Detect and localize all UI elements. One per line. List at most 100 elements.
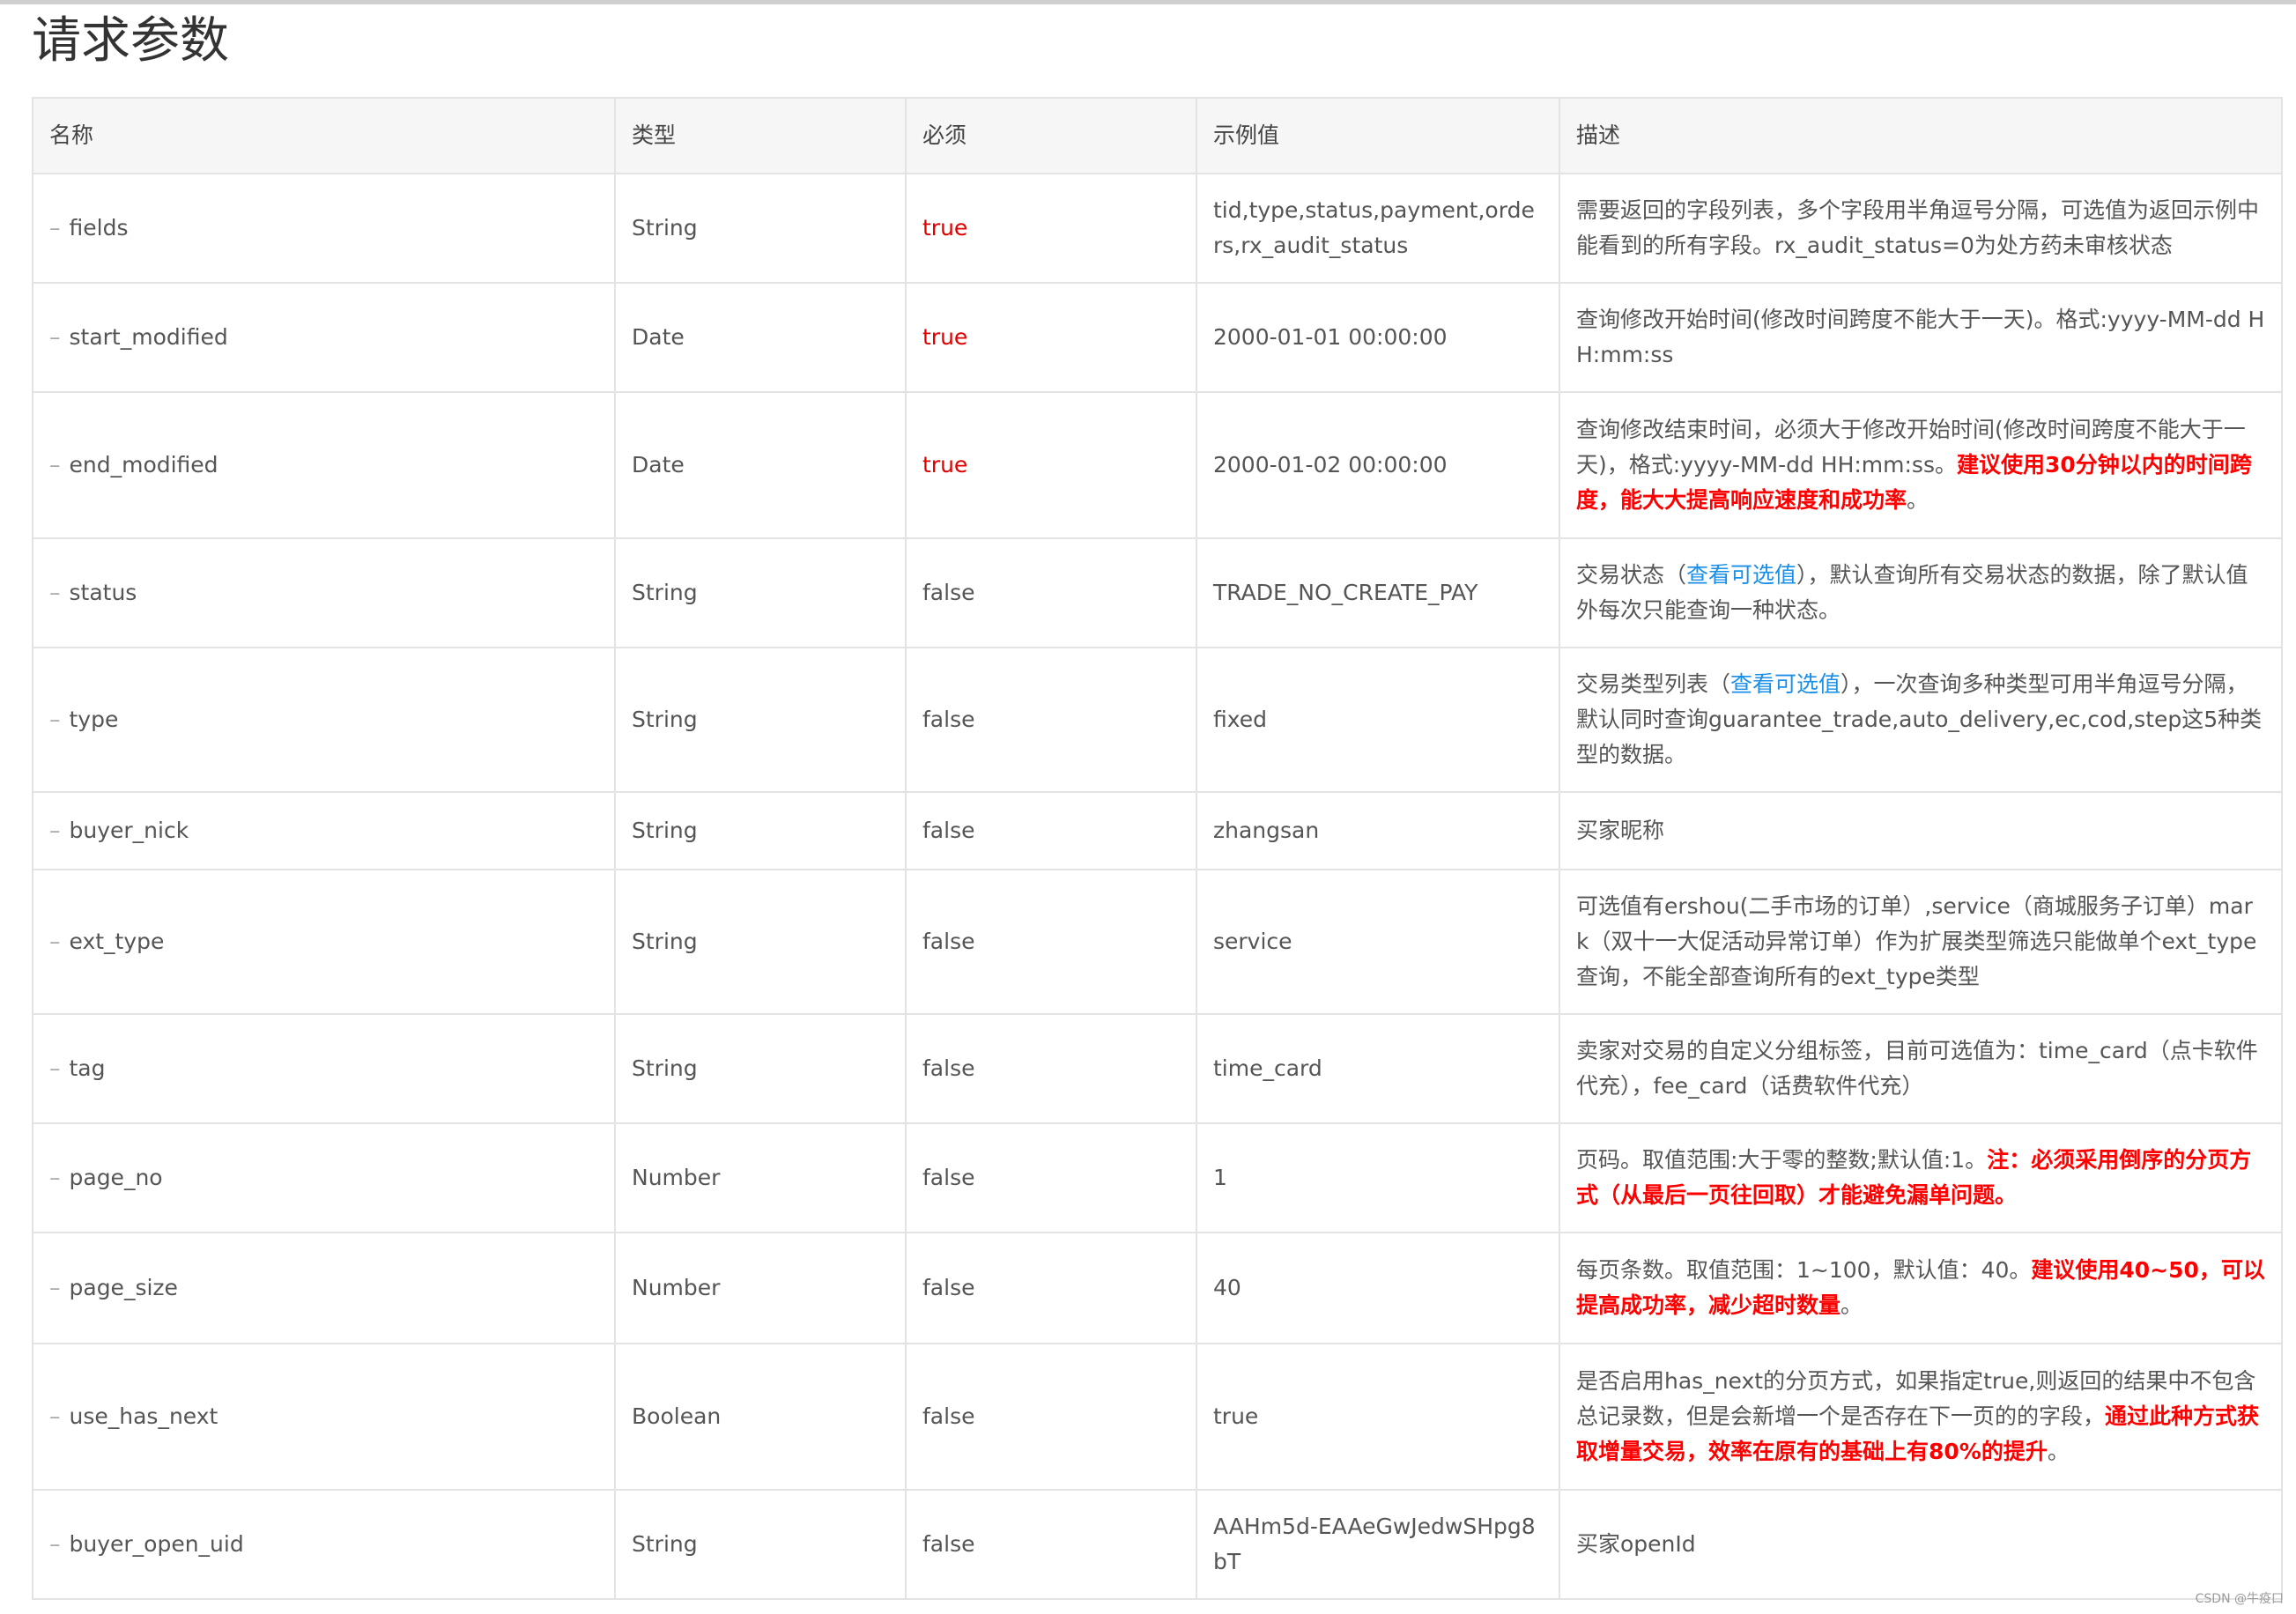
description-text: 。 xyxy=(1907,487,1929,513)
description-text: 卖家对交易的自定义分组标签，目前可选值为：time_card（点卡软件代充），f… xyxy=(1576,1038,2258,1099)
watermark: CSDN @牛疫口 xyxy=(2195,1592,2284,1606)
param-name-cell: – page_no xyxy=(32,1122,616,1233)
param-name: buyer_nick xyxy=(69,818,189,843)
param-name-cell: – ext_type xyxy=(32,869,616,1015)
col-header-type: 类型 xyxy=(614,97,907,174)
table-row: – start_modified Date true 2000-01-01 00:00:… xyxy=(32,282,2283,393)
description-text: 买家昵称 xyxy=(1576,818,1665,843)
param-name-cell: – status xyxy=(32,537,616,648)
tree-dash-icon: – xyxy=(49,818,61,843)
col-header-description: 描述 xyxy=(1559,97,2283,174)
request-params-table: 名称 类型 必须 示例值 描述 – fields String true tid,typ… xyxy=(32,97,2283,1600)
param-description: 买家昵称 xyxy=(1559,791,2283,870)
param-required: false xyxy=(905,647,1197,793)
param-description: 查询修改结束时间，必须大于修改开始时间(修改时间跨度不能大于一天)，格式:yyy… xyxy=(1559,391,2283,539)
col-header-required: 必须 xyxy=(905,97,1197,174)
param-required: true xyxy=(905,173,1197,284)
description-text: 买家openId xyxy=(1576,1531,1696,1557)
description-text: 查询修改开始时间(修改时间跨度不能大于一天)。格式:yyyy-MM-dd HH:… xyxy=(1576,307,2265,367)
param-required: false xyxy=(905,1343,1197,1491)
param-name-cell: – start_modified xyxy=(32,282,616,393)
param-example: 40 xyxy=(1196,1232,1560,1344)
description-text: 。 xyxy=(2047,1439,2070,1464)
col-header-example: 示例值 xyxy=(1196,97,1560,174)
param-required: true xyxy=(905,391,1197,539)
tree-dash-icon: – xyxy=(49,929,61,954)
param-name-cell: – use_has_next xyxy=(32,1343,616,1491)
param-description: 每页条数。取值范围：1~100，默认值：40。建议使用40~50，可以提高成功率… xyxy=(1559,1232,2283,1344)
table-row: – page_size Number false 40 每页条数。取值范围：1~100，默… xyxy=(32,1232,2283,1344)
description-text: 需要返回的字段列表，多个字段用半角逗号分隔，可选值为返回示例中能看到的所有字段。… xyxy=(1576,197,2260,258)
param-name-cell: – type xyxy=(32,647,616,793)
param-description: 需要返回的字段列表，多个字段用半角逗号分隔，可选值为返回示例中能看到的所有字段。… xyxy=(1559,173,2283,284)
param-example: fixed xyxy=(1196,647,1560,793)
param-type: String xyxy=(614,1489,907,1600)
table-row: – ext_type String false service 可选值有ershou(二手… xyxy=(32,869,2283,1015)
param-type: Date xyxy=(614,282,907,393)
tree-dash-icon: – xyxy=(49,580,61,605)
param-example: AAHm5d-EAAeGwJedwSHpg8bT xyxy=(1196,1489,1560,1600)
param-name: tag xyxy=(69,1055,106,1081)
param-description: 交易状态（查看可选值），默认查询所有交易状态的数据，除了默认值外每次只能查询一种… xyxy=(1559,537,2283,648)
tree-dash-icon: – xyxy=(49,707,61,732)
param-required: false xyxy=(905,537,1197,648)
param-description: 交易类型列表（查看可选值），一次查询多种类型可用半角逗号分隔，默认同时查询gua… xyxy=(1559,647,2283,793)
param-type: Date xyxy=(614,391,907,539)
param-name: type xyxy=(69,707,119,732)
param-name: ext_type xyxy=(69,929,165,954)
description-text: 页码。取值范围:大于零的整数;默认值:1。 xyxy=(1576,1147,1988,1173)
param-description: 查询修改开始时间(修改时间跨度不能大于一天)。格式:yyyy-MM-dd HH:… xyxy=(1559,282,2283,393)
description-text: 可选值有ershou(二手市场的订单）,service（商城服务子订单）mark… xyxy=(1576,893,2257,989)
tree-dash-icon: – xyxy=(49,215,61,241)
param-name: end_modified xyxy=(69,452,218,478)
tree-dash-icon: – xyxy=(49,1531,61,1557)
tree-dash-icon: – xyxy=(49,1055,61,1081)
table-row: – type String false fixed 交易类型列表（查看可选值），一次查询多… xyxy=(32,647,2283,793)
param-required: false xyxy=(905,1122,1197,1233)
description-text: 每页条数。取值范围：1~100，默认值：40。 xyxy=(1576,1257,2032,1283)
param-type: Number xyxy=(614,1122,907,1233)
param-name: page_no xyxy=(69,1165,163,1190)
table-row: – buyer_open_uid String false AAHm5d-EAAeGwJ… xyxy=(32,1489,2283,1600)
page-title: 请求参数 xyxy=(32,12,229,70)
param-example: 2000-01-01 00:00:00 xyxy=(1196,282,1560,393)
description-text: 。 xyxy=(1841,1292,1863,1318)
param-example: true xyxy=(1196,1343,1560,1491)
description-text: 交易类型列表（ xyxy=(1576,671,1731,697)
param-example: 2000-01-02 00:00:00 xyxy=(1196,391,1560,539)
param-required: true xyxy=(905,282,1197,393)
param-description: 买家openId xyxy=(1559,1489,2283,1600)
param-example: tid,type,status,payment,orders,rx_audit_… xyxy=(1196,173,1560,284)
param-name-cell: – buyer_nick xyxy=(32,791,616,870)
param-required: false xyxy=(905,1013,1197,1124)
param-name-cell: – buyer_open_uid xyxy=(32,1489,616,1600)
param-example: TRADE_NO_CREATE_PAY xyxy=(1196,537,1560,648)
view-options-link[interactable]: 查看可选值 xyxy=(1686,562,1796,588)
top-border xyxy=(0,0,2296,4)
param-required: false xyxy=(905,869,1197,1015)
param-type: String xyxy=(614,537,907,648)
param-name: status xyxy=(69,580,137,605)
param-type: String xyxy=(614,791,907,870)
param-example: service xyxy=(1196,869,1560,1015)
param-name: fields xyxy=(69,215,129,241)
param-name-cell: – tag xyxy=(32,1013,616,1124)
description-text: 交易状态（ xyxy=(1576,562,1687,588)
param-type: Boolean xyxy=(614,1343,907,1491)
param-required: false xyxy=(905,1232,1197,1344)
param-example: time_card xyxy=(1196,1013,1560,1124)
table-row: – use_has_next Boolean false true 是否启用has_nex… xyxy=(32,1343,2283,1491)
param-description: 是否启用has_next的分页方式，如果指定true,则返回的结果中不包含总记录… xyxy=(1559,1343,2283,1491)
param-type: String xyxy=(614,1013,907,1124)
param-example: 1 xyxy=(1196,1122,1560,1233)
table-row: – status String false TRADE_NO_CREATE_PAY 交易状… xyxy=(32,537,2283,648)
table-row: – tag String false time_card 卖家对交易的自定义分组标签，目前… xyxy=(32,1013,2283,1124)
param-example: zhangsan xyxy=(1196,791,1560,870)
table-row: – page_no Number false 1 页码。取值范围:大于零的整数;默认值:1… xyxy=(32,1122,2283,1233)
table-row: – buyer_nick String false zhangsan 买家昵称 xyxy=(32,791,2283,870)
param-name: start_modified xyxy=(69,324,228,350)
view-options-link[interactable]: 查看可选值 xyxy=(1730,671,1841,697)
param-description: 页码。取值范围:大于零的整数;默认值:1。注：必须采用倒序的分页方式（从最后一页… xyxy=(1559,1122,2283,1233)
param-name: use_has_next xyxy=(69,1403,218,1429)
param-name-cell: – fields xyxy=(32,173,616,284)
